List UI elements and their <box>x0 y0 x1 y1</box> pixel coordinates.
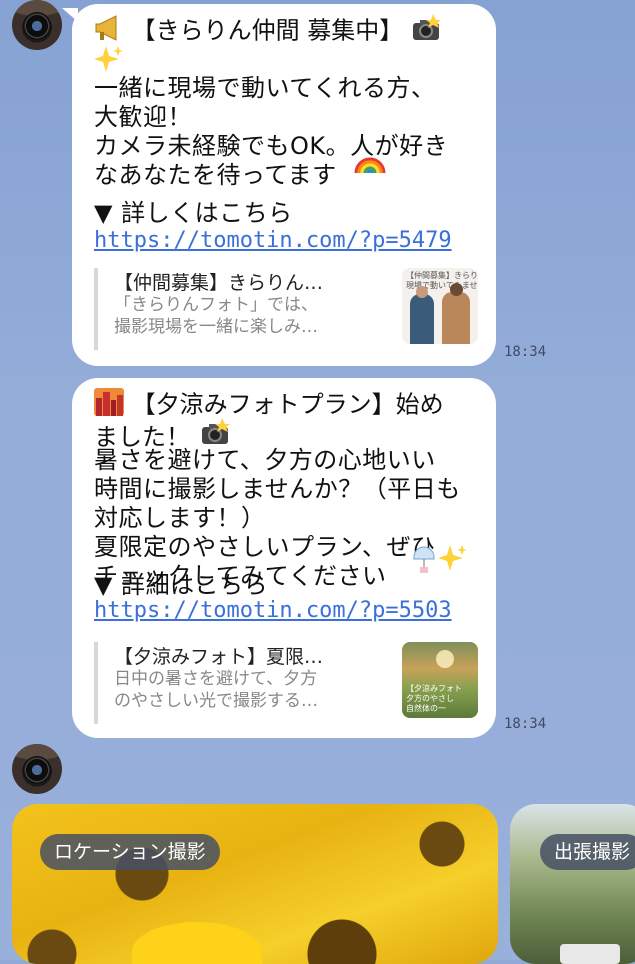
detail-label: ▼ 詳細はこちら <box>94 571 269 599</box>
detail-label: ▼ 詳しくはこちら <box>94 199 293 227</box>
message-body: 一緒に現場で動いてくれる方、 大歓迎！ カメラ未経験でもOK。人が好き なあなた… <box>94 74 449 189</box>
message-title-row: 【夕涼みフォトプラン】始め ました！ <box>94 388 482 452</box>
avatar-camera-lens <box>23 756 51 784</box>
sparkles-icon <box>94 44 124 76</box>
thumbnail-person-right <box>442 292 470 344</box>
card-label: ロケーション撮影 <box>40 834 220 870</box>
message-link[interactable]: https://tomotin.com/?p=5503 <box>94 598 452 623</box>
link-preview-description: 日中の暑さを避けて、夕方 のやさしい光で撮影する… <box>114 669 318 711</box>
trees-photo <box>510 804 635 964</box>
card-label: 出張撮影 <box>540 834 635 870</box>
carousel-card-onsite[interactable]: 出張撮影 <box>510 804 635 964</box>
link-preview-description: 「きらりんフォト」では、 撮影現場を一緒に楽しみ… <box>114 295 318 337</box>
sender-avatar[interactable] <box>12 0 62 50</box>
sunset-city-icon <box>94 388 124 423</box>
message-timestamp: 18:34 <box>504 716 547 732</box>
carousel-card-location[interactable]: ロケーション撮影 <box>12 804 498 964</box>
message-bubble-summer-plan[interactable]: 【夕涼みフォトプラン】始め ました！ 暑さを避けて、夕方の心地いい 時間に撮影し… <box>72 378 496 738</box>
thumbnail-head-left <box>416 286 428 298</box>
message-link[interactable]: https://tomotin.com/?p=5479 <box>94 228 452 253</box>
message-title: 【きらりん仲間 募集中】 <box>131 16 404 45</box>
message-title: 【夕涼みフォトプラン】始め ました！ <box>94 390 444 452</box>
link-preview-card[interactable]: 【仲間募集】きらりん… 「きらりんフォト」では、 撮影現場を一緒に楽しみ… 【仲… <box>94 268 478 350</box>
thumbnail-caption: 【夕涼みフォト 夕方のやさし 自然体の一 <box>406 684 462 713</box>
link-preview-title: 【夕涼みフォト】夏限… <box>114 646 324 668</box>
link-preview-thumbnail: 【仲間募集】きらりん 現場で動いてみませ <box>402 268 478 344</box>
message-title-row: 【きらりん仲間 募集中】 <box>94 14 441 49</box>
rainbow-icon <box>354 149 386 179</box>
link-preview-card[interactable]: 【夕涼みフォト】夏限… 日中の暑さを避けて、夕方 のやさしい光で撮影する… 【夕… <box>94 642 478 724</box>
link-preview-thumbnail: 【夕涼みフォト 夕方のやさし 自然体の一 <box>402 642 478 718</box>
avatar-camera-lens <box>23 12 51 40</box>
link-preview-title: 【仲間募集】きらりん… <box>114 272 324 294</box>
thumbnail-sun <box>436 650 454 668</box>
message-bubble-recruit[interactable]: 【きらりん仲間 募集中】 一緒に現場で動いてくれる方、 大歓迎！ カメラ未経験で… <box>62 4 496 366</box>
thumbnail-person-left <box>410 294 434 344</box>
message-timestamp: 18:34 <box>504 344 547 360</box>
bench-shape <box>560 944 620 964</box>
camera-flash-icon <box>411 14 441 49</box>
thumbnail-head-right <box>450 283 463 296</box>
sender-avatar[interactable] <box>12 744 62 794</box>
